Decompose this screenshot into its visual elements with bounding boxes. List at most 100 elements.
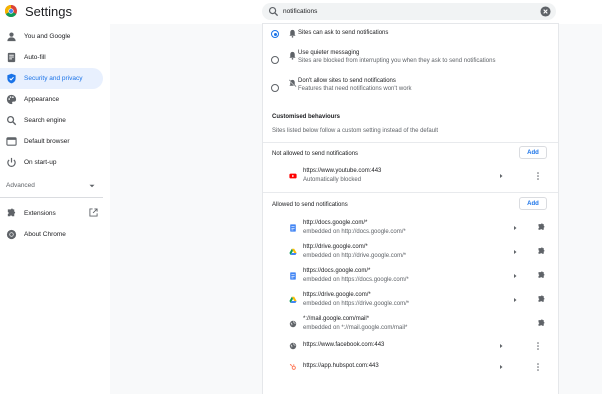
site-row-youtube[interactable]: https://www.youtube.com:443 Automaticall…: [263, 164, 558, 188]
sidebar-item-label: Auto-fill: [24, 54, 46, 61]
sidebar-item-label: Security and privacy: [24, 75, 83, 82]
chrome-icon: [6, 229, 17, 240]
site-row-drive-http[interactable]: http://drive.google.com/* embedded on ht…: [263, 240, 558, 264]
chevron-right-icon[interactable]: [498, 173, 504, 179]
extension-puzzle-icon: [538, 271, 545, 278]
extension-puzzle-icon: [538, 295, 545, 302]
clear-search-icon[interactable]: [540, 6, 551, 17]
chevron-right-icon[interactable]: [512, 225, 518, 231]
shield-icon: [7, 73, 16, 84]
puzzle-icon: [7, 208, 16, 217]
option-description: Features that need notifications won't w…: [298, 86, 412, 92]
site-url: https://www.facebook.com:443: [303, 342, 385, 348]
search-input[interactable]: [283, 4, 533, 19]
add-allowed-button[interactable]: Add: [519, 197, 547, 210]
site-url: http://drive.google.com/*: [303, 244, 368, 250]
chrome-logo-icon: [5, 5, 17, 17]
default-option-quiet[interactable]: Use quieter messaging Sites are blocked …: [263, 48, 558, 70]
sidebar-item-default-browser[interactable]: Default browser: [0, 131, 103, 152]
chevron-right-icon[interactable]: [512, 297, 518, 303]
globe-icon: [289, 320, 297, 328]
bell-icon: [289, 29, 296, 38]
sidebar-item-label: Search engine: [24, 117, 66, 124]
site-url: http://docs.google.com/*: [303, 220, 368, 226]
sidebar-item-label: Appearance: [24, 96, 60, 103]
sidebar-item-security-and-privacy[interactable]: Security and privacy: [0, 68, 103, 89]
chevron-right-icon[interactable]: [498, 343, 504, 349]
bell-off-icon: [288, 79, 297, 88]
page-title: Settings: [25, 4, 72, 19]
blocked-group-label: Not allowed to send notifications: [272, 151, 359, 157]
google-docs-favicon-icon: [290, 272, 296, 280]
site-row-docs-http[interactable]: http://docs.google.com/* embedded on htt…: [263, 216, 558, 240]
sidebar-item-you-and-google[interactable]: You and Google: [0, 26, 103, 47]
site-subtext: embedded on http://drive.google.com/*: [303, 253, 407, 259]
site-row-hubspot[interactable]: https://app.hubspot.com:443: [263, 359, 558, 375]
sidebar-item-label: Extensions: [24, 210, 56, 217]
autofill-icon: [7, 52, 16, 63]
google-docs-favicon-icon: [290, 224, 296, 232]
default-option-allow[interactable]: Sites can ask to send notifications: [263, 24, 558, 44]
site-row-gmail[interactable]: *://mail.google.com/mail* embedded on *:…: [263, 312, 558, 336]
chevron-right-icon[interactable]: [512, 249, 518, 255]
more-options-icon[interactable]: [535, 362, 541, 372]
sidebar-item-appearance[interactable]: Appearance: [0, 89, 103, 110]
chevron-right-icon[interactable]: [512, 273, 518, 279]
sidebar-item-label: About Chrome: [24, 231, 66, 238]
sidebar-divider: [0, 197, 103, 198]
extension-puzzle-icon: [538, 247, 545, 254]
search-bar[interactable]: [262, 3, 556, 20]
customised-subtitle: Sites listed below follow a custom setti…: [272, 128, 439, 134]
site-row-facebook[interactable]: https://www.facebook.com:443: [263, 338, 558, 354]
radio-allow-ask[interactable]: [271, 30, 279, 38]
site-subtext: embedded on *://mail.google.com/mail*: [303, 325, 408, 331]
palette-icon: [6, 94, 17, 105]
option-description: Sites are blocked from interrupting you …: [298, 58, 496, 64]
advanced-label: Advanced: [6, 182, 35, 189]
radio-quieter[interactable]: [271, 56, 279, 64]
option-title: Sites can ask to send notifications: [298, 30, 389, 36]
hubspot-favicon-icon: [289, 363, 296, 370]
option-title: Use quieter messaging: [298, 50, 360, 56]
extension-puzzle-icon: [538, 319, 545, 326]
sidebar-item-on-startup[interactable]: On start-up: [0, 152, 103, 173]
chevron-right-icon[interactable]: [498, 364, 504, 370]
bell-quiet-icon: [289, 51, 296, 60]
default-option-block[interactable]: Don't allow sites to send notifications …: [263, 76, 558, 98]
site-url: https://app.hubspot.com:443: [303, 363, 379, 369]
add-blocked-button[interactable]: Add: [519, 146, 547, 159]
sidebar-item-search-engine[interactable]: Search engine: [0, 110, 103, 131]
browser-icon: [6, 137, 17, 146]
sidebar: You and Google Auto-fill Security and pr…: [0, 24, 110, 394]
site-url: https://docs.google.com/*: [303, 268, 371, 274]
sidebar-item-about-chrome[interactable]: About Chrome: [0, 224, 103, 245]
sidebar-item-autofill[interactable]: Auto-fill: [0, 47, 103, 68]
site-url: *://mail.google.com/mail*: [303, 316, 370, 322]
app-header: Settings: [0, 0, 602, 24]
site-row-drive-https[interactable]: https://drive.google.com/* embedded on h…: [263, 288, 558, 312]
more-options-icon[interactable]: [535, 171, 541, 181]
google-drive-favicon-icon: [289, 296, 297, 304]
power-icon: [7, 157, 16, 167]
site-row-docs-https[interactable]: https://docs.google.com/* embedded on ht…: [263, 264, 558, 288]
google-drive-favicon-icon: [289, 248, 297, 256]
customised-title: Customised behaviours: [272, 114, 341, 120]
chevron-down-icon: [89, 184, 95, 188]
site-subtext: embedded on http://docs.google.com/*: [303, 229, 406, 235]
sidebar-item-label: On start-up: [24, 159, 57, 166]
sidebar-item-extensions[interactable]: Extensions: [0, 203, 103, 224]
sidebar-item-label: You and Google: [24, 33, 71, 40]
more-options-icon[interactable]: [535, 341, 541, 351]
extension-puzzle-icon: [538, 223, 545, 230]
search-icon: [268, 6, 279, 17]
site-subtext: Automatically blocked: [303, 177, 362, 183]
divider: [263, 142, 558, 143]
youtube-favicon-icon: [289, 173, 297, 179]
site-url: https://www.youtube.com:443: [303, 168, 382, 174]
site-subtext: embedded on https://docs.google.com/*: [303, 277, 409, 283]
advanced-toggle[interactable]: Advanced: [0, 178, 103, 194]
site-url: https://drive.google.com/*: [303, 292, 371, 298]
search-icon: [7, 116, 17, 126]
radio-dont-allow[interactable]: [271, 84, 279, 92]
sidebar-item-label: Default browser: [24, 138, 70, 145]
